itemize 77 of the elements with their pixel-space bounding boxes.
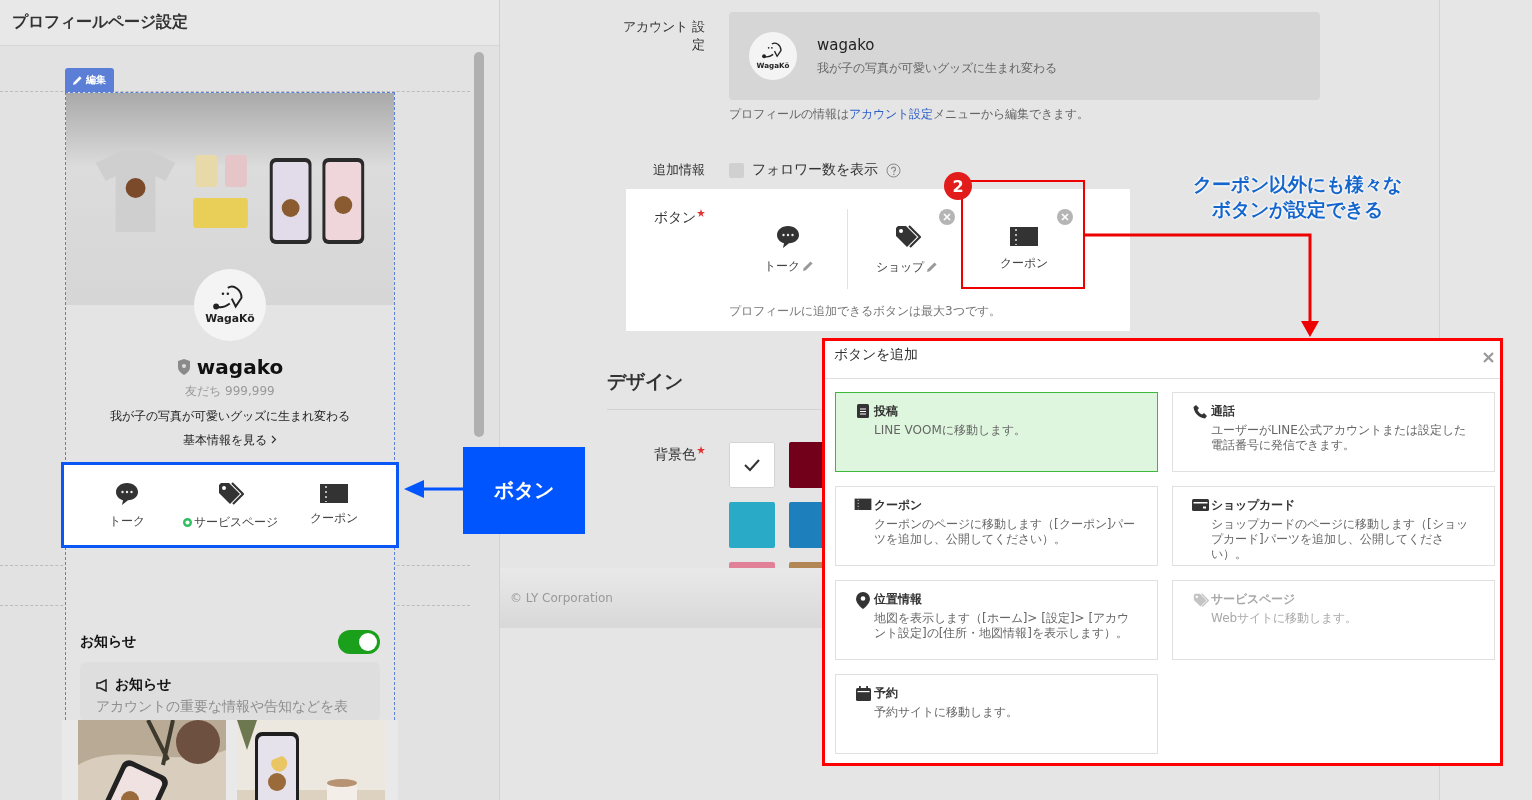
shield-icon [176,359,191,375]
copyright: © LY Corporation [510,591,613,605]
field-label: 背景色 [654,446,705,568]
info-link[interactable]: 基本情報を見る [183,433,267,447]
color-swatch[interactable] [729,502,775,548]
page-title: プロフィールページ設定 [12,12,188,33]
section-title: お知らせ [80,633,136,651]
callout-text: ボタン [494,477,554,504]
option-card[interactable]: ショップカード ショップカードのページに移動します（[ショップカード]パーツを追加し、公開してください）。 [1172,486,1495,566]
field-label: 追加情報 [653,161,705,179]
profile-button[interactable]: クーポン [965,209,1083,289]
option-title: ショップカード [1211,497,1296,514]
account-name: wagako [196,355,284,379]
option-card[interactable]: 通話 ユーザーがLINE公式アカウントまたは設定した電話番号に発信できます。 [1172,392,1495,472]
option-title: 投稿 [874,403,899,420]
calendar-icon [855,686,871,701]
remove-icon[interactable] [1057,209,1073,225]
option-description: Webサイトに移動します。 [1211,611,1359,626]
option-title: 位置情報 [874,591,923,608]
chevron-icon [271,435,277,444]
profile-button[interactable]: クーポン [303,483,364,527]
field-label: ボタン [654,209,705,331]
checkbox-label: フォロワー数を表示 [752,161,878,179]
megaphone-icon [96,678,109,692]
option-description: ユーザーがLINE公式アカウントまたは設定した電話番号に発信できます。 [1211,423,1467,453]
phone-icon [1192,404,1208,419]
option-description: ショップカードのページに移動します（[ショップカード]パーツを追加し、公開してください）。 [1211,517,1469,562]
pencil-icon [73,75,82,85]
help-text: プロフィールの情報はアカウント設定メニューから編集できます。 [729,106,1090,123]
toggle-switch[interactable] [338,630,380,654]
scrollbar[interactable] [474,52,484,437]
card-text: アカウントの重要な情報や告知などを表 [96,698,349,716]
friend-count: 友だち 999,999 [184,383,276,400]
color-swatch[interactable] [729,442,775,488]
talk-bubble-icon [113,480,140,507]
option-title: サービスページ [1211,591,1296,608]
card-title: お知らせ [115,676,171,694]
status-message: 我が子の写真が可愛いグッズに生まれ変わる [109,408,351,425]
option-title: 通話 [1211,403,1236,420]
status-dot-icon [182,517,192,527]
pencil-icon[interactable] [927,262,937,272]
section-heading: デザイン [607,370,683,392]
option-description: 地図を表示します（[ホーム]> [設定]> [アカウント設定]の[住所・地図情報]を表示します）。 [874,611,1131,641]
pencil-icon[interactable] [802,261,813,271]
field-label: アカウント 設定 [621,18,705,54]
option-card[interactable]: 位置情報 地図を表示します（[ホーム]> [設定]> [アカウント設定]の[住所・地図情報]を表示します）。 [835,580,1158,660]
document-icon [857,404,869,418]
profile-button[interactable]: トーク [729,209,847,289]
option-title: 予約 [874,685,899,702]
option-card[interactable]: クーポン クーポンのページに移動します（[クーポン]パーツを追加し、公開してください）。 [835,486,1158,566]
logo-avatar: WagaKö [194,269,266,341]
account-description: 我が子の写真が可愛いグッズに生まれ変わる [817,59,1057,77]
remove-icon[interactable] [939,209,955,225]
profile-button[interactable]: ショップ [847,209,965,289]
location-pin-icon [856,592,870,609]
ticket-icon [1009,226,1039,247]
profile-button[interactable]: サービスページ [182,479,278,531]
callout-text: ボタンが設定できる [1211,197,1383,222]
edit-tab[interactable]: 編集 [65,68,114,92]
help-icon[interactable] [886,162,901,178]
callout-text: クーポン以外にも様々な [1192,172,1402,197]
card-icon [1191,498,1209,512]
talk-bubble-icon [775,223,801,250]
account-name: wagako [817,35,876,54]
profile-button[interactable]: トーク [96,480,157,530]
option-card[interactable]: 投稿 LINE VOOMに移動します。 [835,392,1158,472]
option-description: LINE VOOMに移動します。 [874,423,1027,438]
option-title: クーポン [874,497,923,514]
option-description: 予約サイトに移動します。 [874,705,1019,720]
tag-icon [1191,592,1209,609]
ticket-icon [854,498,872,511]
option-description: クーポンのページに移動します（[クーポン]パーツを追加し、公開してください）。 [874,517,1137,547]
dialog-title: ボタンを追加 [834,346,918,364]
settings-link[interactable]: アカウント設定 [849,107,933,121]
option-card[interactable]: 予約 予約サイトに移動します。 [835,674,1158,754]
help-text: プロフィールに追加できるボタンは最大3つです。 [729,303,1002,320]
ticket-icon [318,483,349,504]
